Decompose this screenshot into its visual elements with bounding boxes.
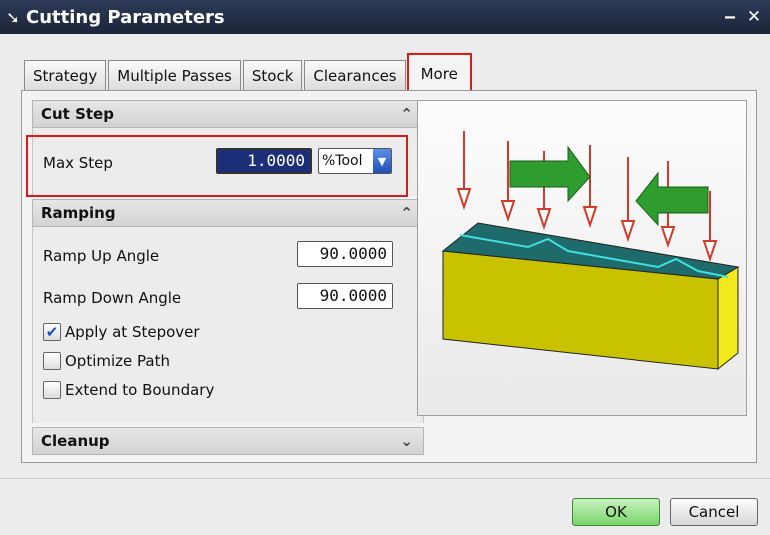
tab-stock[interactable]: Stock	[242, 60, 303, 90]
apply-stepover-option[interactable]: ✔ Apply at Stepover	[43, 323, 200, 341]
ramp-illustration	[441, 131, 740, 371]
select-cursor-icon: ➘	[6, 7, 20, 27]
apply-stepover-label: Apply at Stepover	[65, 323, 200, 341]
collapse-chevron-icon[interactable]: ⌃	[400, 105, 413, 123]
ramp-up-input[interactable]: 90.0000	[297, 241, 393, 267]
extend-boundary-label: Extend to Boundary	[65, 381, 215, 399]
max-step-highlight	[26, 135, 408, 197]
ok-button[interactable]: OK	[572, 498, 660, 526]
collapse-chevron-icon[interactable]: ⌃	[400, 204, 413, 222]
tab-multiple-passes[interactable]: Multiple Passes	[108, 60, 241, 90]
cleanup-title: Cleanup	[41, 432, 110, 450]
ramp-down-input[interactable]: 90.0000	[297, 283, 393, 309]
ramping-title: Ramping	[41, 204, 116, 222]
extend-boundary-checkbox[interactable]	[43, 381, 61, 399]
tab-strategy[interactable]: Strategy	[24, 60, 107, 90]
optimize-path-label: Optimize Path	[65, 352, 170, 370]
cancel-button[interactable]: Cancel	[670, 498, 758, 526]
optimize-path-checkbox[interactable]	[43, 352, 61, 370]
extend-boundary-option[interactable]: Extend to Boundary	[43, 381, 214, 399]
cleanup-group-header[interactable]: Cleanup ⌄	[32, 427, 424, 455]
window-titlebar: ➘ Cutting Parameters ‒ ✕	[0, 0, 770, 34]
expand-chevron-icon[interactable]: ⌄	[400, 432, 413, 450]
ramp-down-label: Ramp Down Angle	[43, 289, 182, 307]
minimize-button[interactable]: ‒	[720, 7, 740, 27]
tab-clearances[interactable]: Clearances	[304, 60, 406, 90]
close-button[interactable]: ✕	[744, 7, 764, 27]
apply-stepover-checkbox[interactable]: ✔	[43, 323, 61, 341]
cut-step-group-header[interactable]: Cut Step ⌃	[32, 100, 424, 128]
tab-bar: Strategy Multiple Passes Stock Clearance…	[24, 53, 472, 93]
cut-step-title: Cut Step	[41, 105, 114, 123]
ramping-preview-image	[417, 100, 747, 416]
ramping-group-header[interactable]: Ramping ⌃	[32, 199, 424, 227]
tab-more[interactable]: More	[406, 53, 472, 93]
optimize-path-option[interactable]: Optimize Path	[43, 352, 170, 370]
tab-content-panel: Cut Step ⌃ Max Step 1.0000 %Tool ▼ Rampi…	[21, 90, 757, 463]
window-title: Cutting Parameters	[26, 6, 225, 28]
dialog-separator	[0, 478, 770, 479]
ramp-up-label: Ramp Up Angle	[43, 247, 160, 265]
ramping-body: Ramp Up Angle 90.0000 Ramp Down Angle 90…	[32, 227, 424, 423]
